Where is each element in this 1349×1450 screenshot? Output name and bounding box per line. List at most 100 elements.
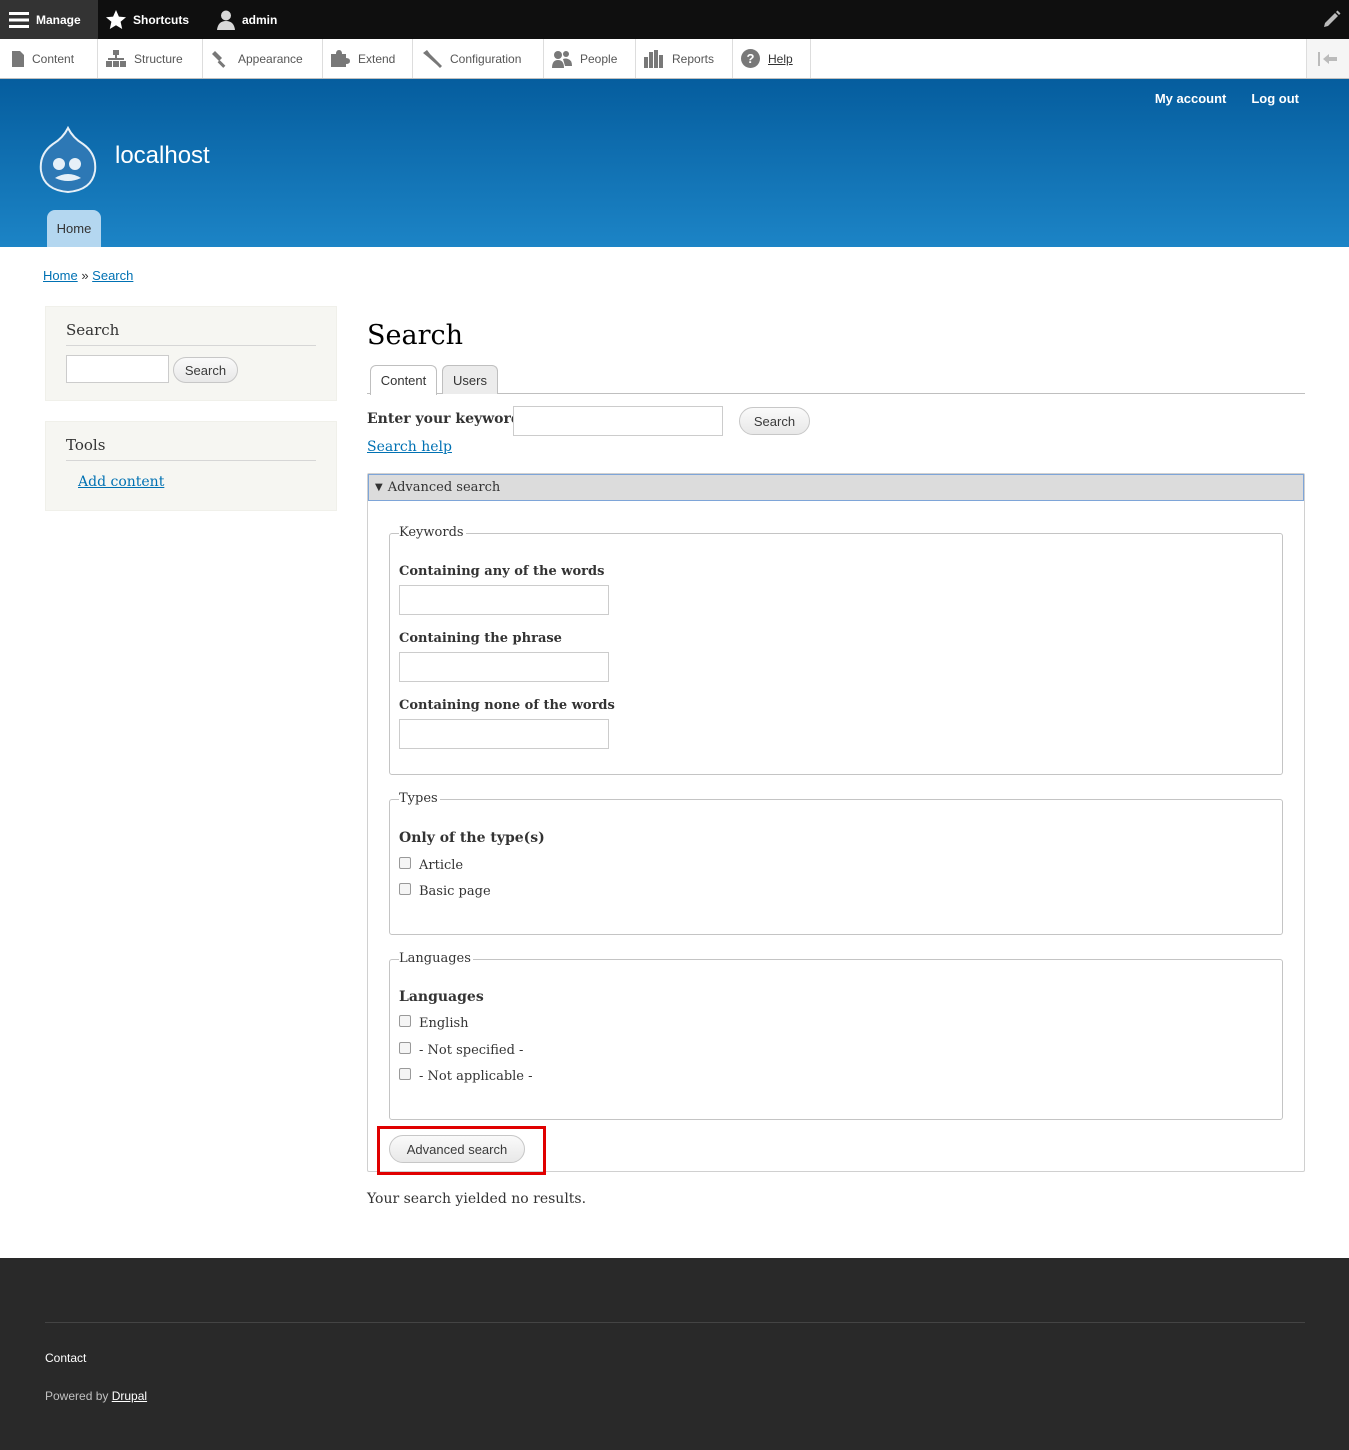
tab-users[interactable]: Users	[442, 365, 498, 394]
breadcrumb: Home » Search	[43, 268, 133, 283]
type-option-article[interactable]: Article	[399, 856, 464, 873]
checkbox[interactable]	[399, 1041, 411, 1054]
admin-tray: Content Structure Appearance Extend Conf…	[0, 39, 1349, 79]
main-nav-home[interactable]: Home	[47, 210, 101, 247]
types-fieldset: Types Only of the type(s) Article Basic …	[389, 791, 1283, 935]
triangle-down-icon: ▼	[375, 482, 383, 493]
none-words-input[interactable]	[399, 719, 609, 749]
tray-item-label: Reports	[672, 51, 715, 66]
breadcrumb-separator: »	[81, 268, 89, 283]
tray-item-structure[interactable]: Structure	[98, 39, 203, 78]
drupal-logo[interactable]	[37, 125, 99, 198]
sitemap-icon	[106, 50, 126, 67]
keywords-legend: Keywords	[399, 525, 466, 540]
advanced-search-button[interactable]: Advanced search	[389, 1135, 525, 1163]
people-icon	[552, 50, 572, 68]
tray-item-content[interactable]: Content	[0, 39, 98, 78]
language-option-not-specified[interactable]: - Not specified -	[399, 1041, 524, 1058]
tray-item-label: Structure	[134, 51, 183, 66]
search-help-link[interactable]: Search help	[367, 439, 452, 455]
phrase-label: Containing the phrase	[399, 631, 562, 646]
shortcuts-button[interactable]: Shortcuts	[106, 0, 189, 39]
tray-item-help[interactable]: ? Help	[733, 39, 811, 78]
collapse-left-icon	[1318, 51, 1337, 66]
add-content-link[interactable]: Add content	[78, 474, 164, 490]
log-out-link[interactable]: Log out	[1251, 91, 1299, 106]
tray-item-label: People	[580, 51, 618, 66]
keywords-fieldset: Keywords Containing any of the words Con…	[389, 525, 1283, 775]
types-legend: Types	[399, 791, 440, 806]
language-option-english[interactable]: English	[399, 1014, 469, 1031]
sidebar-search-button[interactable]: Search	[173, 357, 238, 383]
collapse-toolbar-button[interactable]	[1306, 39, 1349, 78]
breadcrumb-home[interactable]: Home	[43, 268, 78, 283]
shortcuts-label: Shortcuts	[133, 12, 190, 27]
my-account-link[interactable]: My account	[1155, 91, 1227, 106]
checkbox-label: - Not applicable -	[419, 1069, 533, 1084]
tray-item-label: Help	[768, 51, 793, 66]
any-words-input[interactable]	[399, 585, 609, 615]
sidebar-search-block: Search Search	[45, 306, 337, 401]
site-header: My account Log out localhost Home	[0, 79, 1349, 247]
svg-text:?: ?	[747, 51, 755, 66]
checkbox-label: English	[419, 1016, 469, 1031]
phrase-input[interactable]	[399, 652, 609, 682]
site-footer: Contact Powered by Drupal	[0, 1258, 1349, 1450]
languages-legend: Languages	[399, 951, 473, 966]
user-menu-button[interactable]: admin	[217, 0, 277, 39]
footer-contact-link[interactable]: Contact	[45, 1351, 86, 1365]
tray-item-extend[interactable]: Extend	[323, 39, 413, 78]
site-name[interactable]: localhost	[115, 142, 210, 170]
powered-by: Powered by Drupal	[45, 1389, 147, 1403]
tray-item-reports[interactable]: Reports	[636, 39, 733, 78]
checkbox-label: Basic page	[419, 884, 491, 899]
powered-by-text: Powered by	[45, 1389, 109, 1403]
file-icon	[12, 50, 24, 67]
languages-fieldset: Languages Languages English - Not specif…	[389, 951, 1283, 1120]
type-option-basic-page[interactable]: Basic page	[399, 882, 491, 899]
checkbox[interactable]	[399, 1067, 411, 1080]
keywords-label: Enter your keywords:	[367, 411, 534, 427]
tray-item-label: Appearance	[238, 51, 303, 66]
keywords-input[interactable]	[513, 406, 723, 436]
drupal-link[interactable]: Drupal	[112, 1389, 147, 1403]
user-icon	[217, 10, 235, 30]
tray-item-appearance[interactable]: Appearance	[203, 39, 323, 78]
manage-label: Manage	[36, 12, 81, 27]
checkbox-label: - Not specified -	[419, 1043, 524, 1058]
tray-item-label: Content	[32, 51, 75, 66]
tray-item-people[interactable]: People	[544, 39, 636, 78]
checkbox[interactable]	[399, 1014, 411, 1027]
manage-button[interactable]: Manage	[0, 0, 98, 39]
sidebar-tools-title: Tools	[66, 436, 316, 461]
help-icon: ?	[741, 49, 760, 68]
tabs-divider	[367, 393, 1305, 394]
no-results-message: Your search yielded no results.	[367, 1191, 587, 1207]
puzzle-icon	[331, 50, 350, 67]
checkbox[interactable]	[399, 856, 411, 869]
types-group-label: Only of the type(s)	[399, 830, 545, 846]
search-button[interactable]: Search	[739, 407, 810, 435]
language-option-not-applicable[interactable]: - Not applicable -	[399, 1067, 533, 1084]
advanced-search-toggle[interactable]: ▼ Advanced search	[368, 474, 1304, 501]
page-title: Search	[367, 320, 463, 351]
checkbox[interactable]	[399, 882, 411, 895]
sidebar-search-input[interactable]	[66, 355, 169, 383]
advanced-search-legend: Advanced search	[387, 480, 501, 495]
tab-content[interactable]: Content	[370, 365, 437, 395]
checkbox-label: Article	[419, 858, 464, 873]
tray-item-label: Extend	[358, 51, 396, 66]
hamburger-icon	[9, 11, 29, 28]
footer-divider	[45, 1322, 1305, 1323]
user-links: My account Log out	[1155, 91, 1299, 106]
sidebar-search-title: Search	[66, 321, 316, 346]
none-words-label: Containing none of the words	[399, 698, 615, 713]
user-label: admin	[242, 12, 278, 27]
bar-chart-icon	[644, 49, 663, 68]
admin-toolbar: Manage Shortcuts admin	[0, 0, 1349, 39]
edit-pencil-icon[interactable]	[1323, 10, 1341, 31]
breadcrumb-search[interactable]: Search	[92, 268, 133, 283]
tray-item-configuration[interactable]: Configuration	[413, 39, 544, 78]
wrench-icon	[423, 49, 442, 68]
any-words-label: Containing any of the words	[399, 564, 605, 579]
